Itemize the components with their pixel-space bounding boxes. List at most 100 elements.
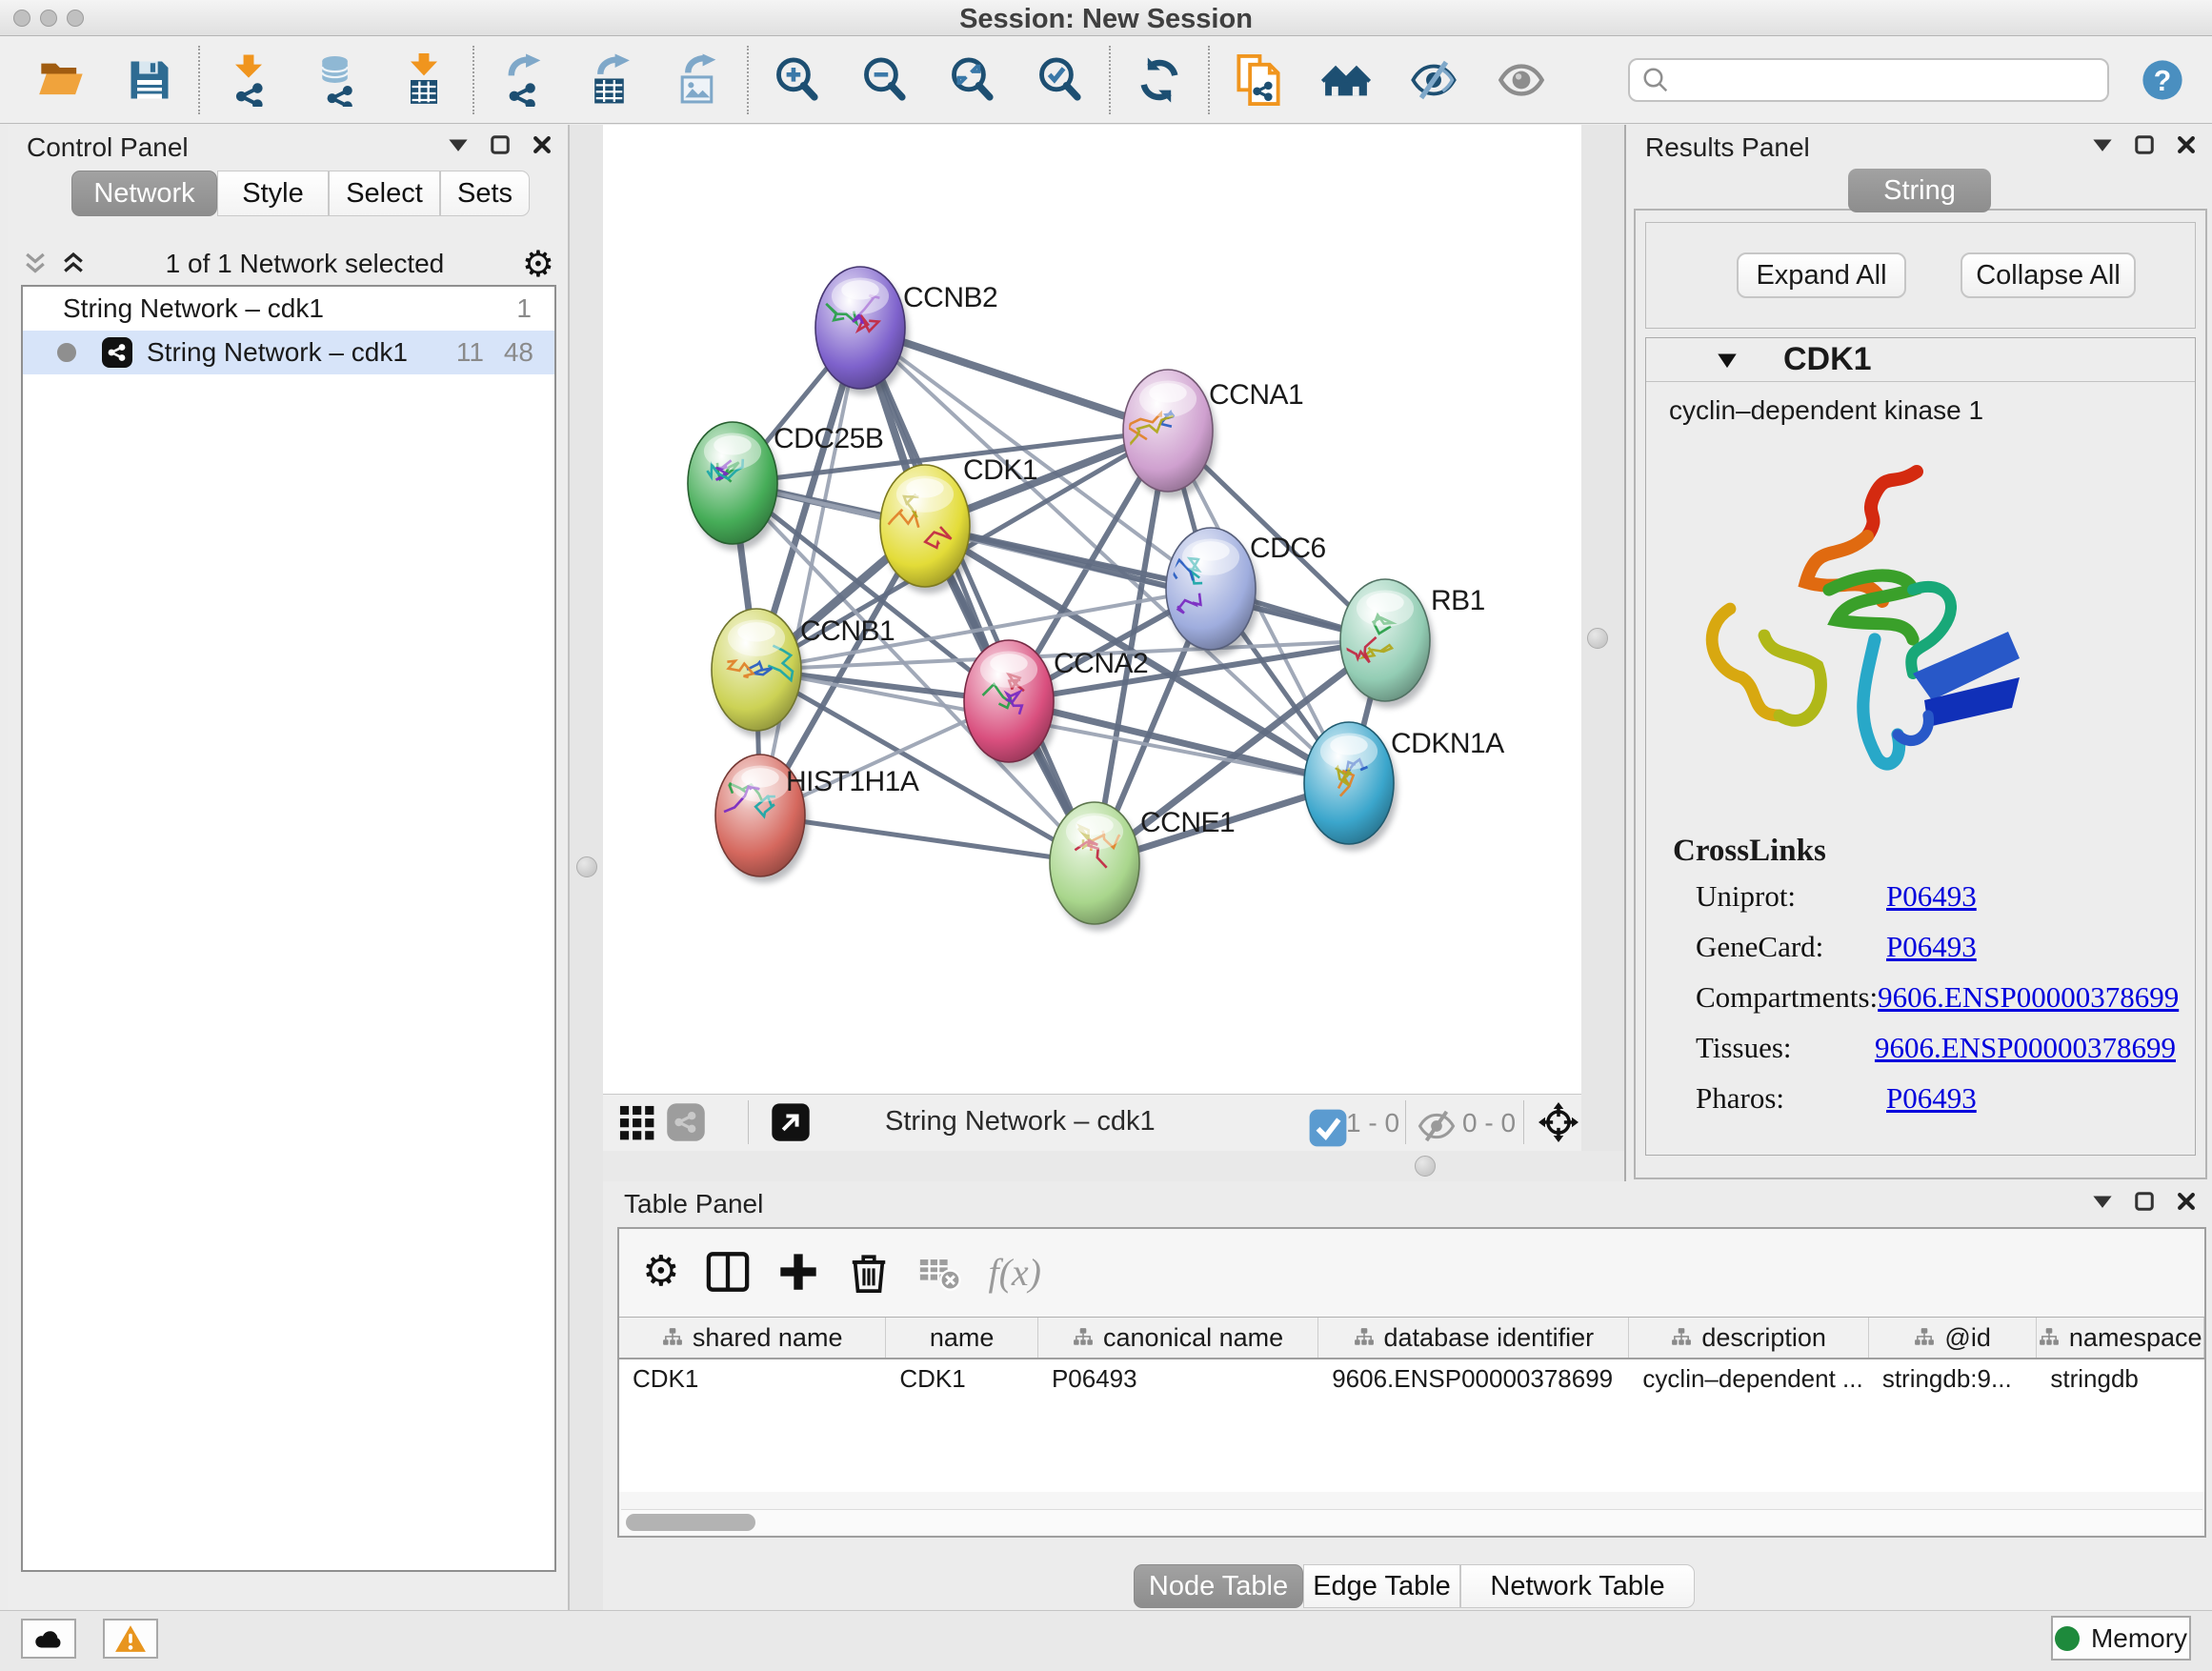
table-cell[interactable]: P06493 <box>1038 1359 1318 1398</box>
show-eye-icon[interactable] <box>1494 45 1549 115</box>
open-session-icon[interactable] <box>34 45 90 115</box>
panel-collapse-icon[interactable] <box>2092 134 2113 155</box>
node-label-HIST1H1A: HIST1H1A <box>786 766 919 797</box>
crosslink-link[interactable]: 9606.ENSP00000378699 <box>1878 980 2179 1015</box>
panel-float-icon[interactable] <box>2134 134 2155 155</box>
panel-float-icon[interactable] <box>2134 1191 2155 1212</box>
network-row-selected[interactable]: String Network – cdk1 11 48 <box>23 331 554 374</box>
save-session-icon[interactable] <box>122 45 177 115</box>
collapse-all-icon[interactable] <box>21 250 50 278</box>
table-cell[interactable]: cyclin–dependent ... <box>1629 1359 1868 1398</box>
panel-close-icon[interactable] <box>532 134 553 155</box>
warnings-button[interactable] <box>103 1619 158 1659</box>
table-horizontal-scrollbar[interactable] <box>621 1509 2202 1534</box>
open-new-window-icon[interactable] <box>771 1102 811 1142</box>
tab-string[interactable]: String <box>1848 169 1991 212</box>
search-box <box>1628 58 2109 102</box>
network-options-gear-icon[interactable]: ⚙ <box>522 246 554 282</box>
column-header-description[interactable]: description <box>1629 1318 1868 1358</box>
tab-network-table[interactable]: Network Table <box>1460 1564 1695 1608</box>
scrollbar-thumb[interactable] <box>626 1514 755 1531</box>
panel-close-icon[interactable] <box>2176 134 2197 155</box>
import-network-icon[interactable] <box>221 45 276 115</box>
left-splitter[interactable] <box>568 125 603 1610</box>
share-gray-icon[interactable] <box>666 1102 706 1142</box>
network-edge[interactable] <box>760 815 1095 863</box>
refresh-icon[interactable] <box>1132 45 1187 115</box>
table-row[interactable]: CDK1CDK1P064939606.ENSP00000378699cyclin… <box>619 1359 2204 1398</box>
houses-icon[interactable] <box>1318 45 1374 115</box>
help-icon[interactable]: ? <box>2142 59 2183 101</box>
network-node-CCNB1[interactable] <box>712 609 805 737</box>
crosslink-link[interactable]: 9606.ENSP00000378699 <box>1875 1031 2176 1065</box>
search-input[interactable] <box>1678 64 2096 95</box>
clone-network-icon[interactable] <box>1231 45 1286 115</box>
zoom-out-icon[interactable] <box>857 45 913 115</box>
add-column-icon[interactable] <box>776 1250 820 1294</box>
tab-style[interactable]: Style <box>217 171 329 216</box>
network-node-CCNB2[interactable] <box>815 267 909 395</box>
table-cell[interactable]: stringdb <box>2037 1359 2204 1398</box>
table-cell[interactable]: stringdb:9... <box>1869 1359 2038 1398</box>
import-table-icon[interactable] <box>396 45 452 115</box>
tab-network[interactable]: Network <box>71 171 217 216</box>
selected-count: 1 - 0 <box>1346 1108 1399 1138</box>
table-cell[interactable]: 9606.ENSP00000378699 <box>1318 1359 1629 1398</box>
tab-edge-table[interactable]: Edge Table <box>1303 1564 1460 1608</box>
network-node-CCNA2[interactable] <box>964 640 1057 769</box>
selected-checkbox-icon[interactable] <box>1308 1108 1348 1148</box>
table-toolbar: ⚙ f(x) <box>619 1229 2204 1315</box>
network-node-CDC6[interactable] <box>1163 528 1259 656</box>
column-header-canonical-name[interactable]: canonical name <box>1038 1318 1318 1358</box>
cloud-button[interactable] <box>21 1619 76 1659</box>
crosslink-link[interactable]: P06493 <box>1886 1081 1977 1116</box>
column-header-database-identifier[interactable]: database identifier <box>1318 1318 1629 1358</box>
export-table-icon[interactable] <box>583 45 638 115</box>
network-node-RB1[interactable] <box>1340 579 1434 708</box>
crosslink-link[interactable]: P06493 <box>1886 930 1977 964</box>
grid-icon[interactable] <box>616 1102 656 1142</box>
hide-eye-icon[interactable] <box>1406 45 1461 115</box>
horizontal-splitter[interactable] <box>603 1151 1624 1181</box>
expand-all-button[interactable]: Expand All <box>1737 252 1906 298</box>
collapse-all-button[interactable]: Collapse All <box>1961 252 2136 298</box>
panel-collapse-icon[interactable] <box>2092 1191 2113 1212</box>
table-cell[interactable]: CDK1 <box>886 1359 1038 1398</box>
network-label: String Network – cdk1 <box>147 337 408 368</box>
right-splitter[interactable] <box>1581 125 1624 1181</box>
export-image-icon[interactable] <box>671 45 726 115</box>
current-network-title: String Network – cdk1 <box>885 1106 1156 1137</box>
column-header-name[interactable]: name <box>886 1318 1038 1358</box>
gene-section-header[interactable]: CDK1 <box>1646 338 2195 382</box>
expand-all-icon[interactable] <box>59 250 88 278</box>
network-node-CCNE1[interactable] <box>1050 802 1143 931</box>
table-settings-gear-icon[interactable]: ⚙ <box>642 1251 679 1293</box>
table-panel: Table Panel ⚙ f(x) shared namenamecanoni… <box>603 1181 2212 1610</box>
section-collapse-icon[interactable] <box>1715 348 1739 372</box>
export-network-icon[interactable] <box>495 45 551 115</box>
column-header-shared-name[interactable]: shared name <box>619 1318 886 1358</box>
column-header-namespace[interactable]: namespace <box>2037 1318 2204 1358</box>
import-database-icon[interactable] <box>309 45 364 115</box>
tab-sets[interactable]: Sets <box>440 171 530 216</box>
memory-button[interactable]: Memory <box>2051 1616 2191 1661</box>
crosslink-label: Compartments: <box>1696 980 1878 1015</box>
panel-float-icon[interactable] <box>490 134 511 155</box>
node-count: 11 <box>456 337 484 368</box>
delete-column-icon[interactable] <box>847 1250 891 1294</box>
network-collection-row[interactable]: String Network – cdk1 1 <box>23 287 554 331</box>
tab-select[interactable]: Select <box>329 171 440 216</box>
panel-collapse-icon[interactable] <box>448 134 469 155</box>
column-header-@id[interactable]: @id <box>1869 1318 2038 1358</box>
network-canvas[interactable]: CCNB2CCNA1CDC25BCDK1CDC6RB1CCNB1CCNA2CDK… <box>603 125 1581 1094</box>
crosslink-link[interactable]: P06493 <box>1886 879 1977 914</box>
table-cell[interactable]: CDK1 <box>619 1359 886 1398</box>
zoom-fit-icon[interactable] <box>945 45 1000 115</box>
panel-close-icon[interactable] <box>2176 1191 2197 1212</box>
tab-node-table[interactable]: Node Table <box>1134 1564 1303 1608</box>
zoom-in-icon[interactable] <box>770 45 825 115</box>
show-columns-icon[interactable] <box>706 1250 750 1294</box>
birdseye-icon[interactable] <box>1538 1102 1579 1142</box>
zoom-selected-icon[interactable] <box>1033 45 1088 115</box>
network-node-CDKN1A[interactable] <box>1304 722 1398 851</box>
